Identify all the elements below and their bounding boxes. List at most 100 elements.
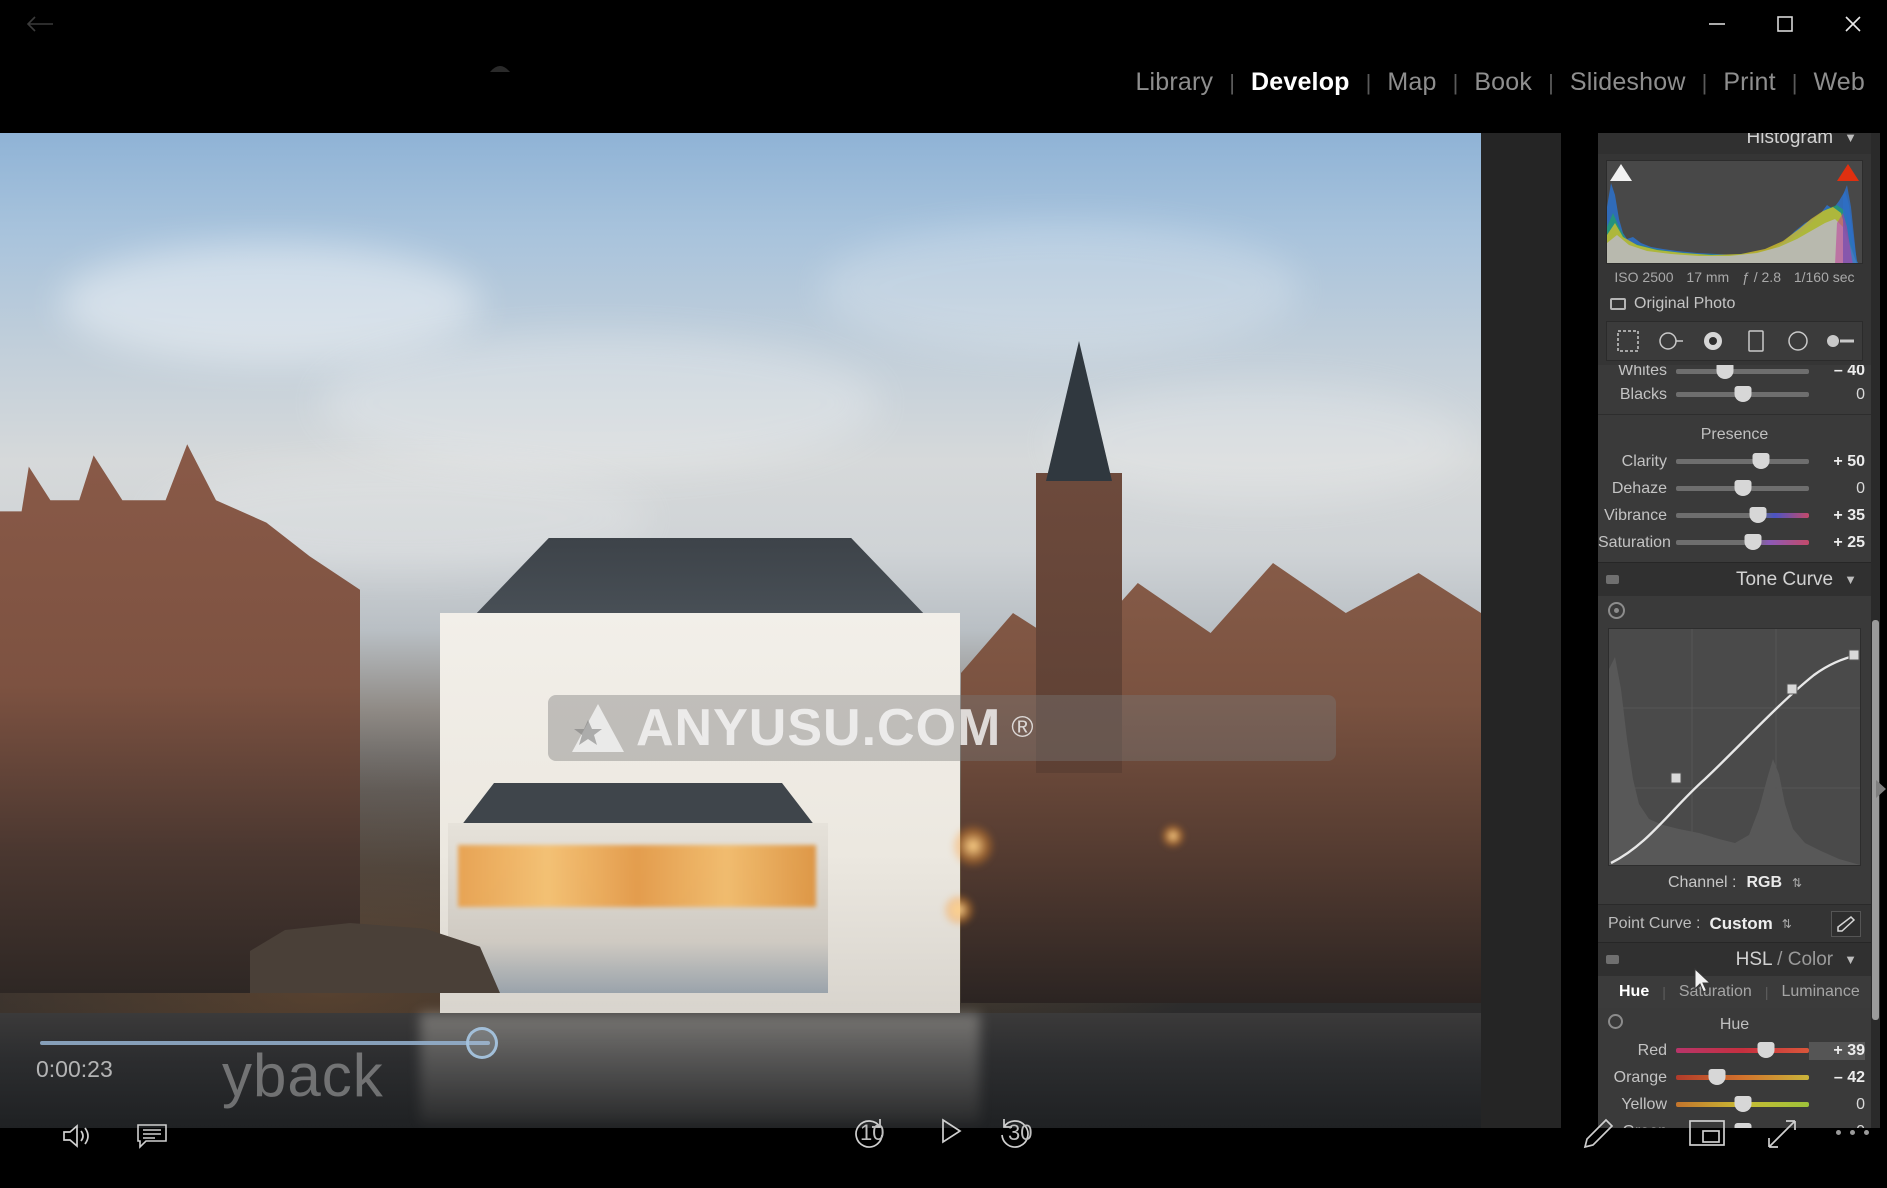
channel-stepper-icon[interactable]: ⇅ — [1792, 876, 1802, 890]
hsl-slider-row-yellow[interactable]: Yellow 0 — [1598, 1091, 1871, 1118]
chevron-down-icon[interactable]: ▼ — [1844, 952, 1857, 967]
exif-iso: ISO 2500 — [1614, 269, 1674, 285]
slider-label-vibrance: Vibrance — [1604, 506, 1667, 524]
more-options-icon[interactable] — [1836, 1130, 1869, 1135]
hsl-color-title: HSL / Color — [1736, 949, 1834, 971]
right-panel-collapse-icon[interactable] — [1874, 778, 1887, 800]
point-curve-stepper-icon[interactable]: ⇅ — [1782, 917, 1792, 931]
mouse-cursor — [1694, 967, 1714, 994]
red-eye-tool-icon[interactable] — [1696, 327, 1730, 355]
hsl-track-yellow[interactable] — [1676, 1096, 1809, 1112]
slider-label-saturation: Saturation — [1598, 533, 1671, 551]
volume-icon[interactable] — [56, 1114, 100, 1158]
slider-label-dehaze: Dehaze — [1611, 479, 1667, 497]
point-curve-value[interactable]: Custom — [1709, 914, 1772, 934]
back-button[interactable] — [14, 4, 66, 44]
module-book[interactable]: Book — [1460, 68, 1546, 97]
presence-section: Presence Clarity + 50 Dehaze 0 Vibrance … — [1598, 414, 1871, 562]
slider-track-blacks[interactable] — [1676, 386, 1809, 402]
develop-right-panel: Histogram ▼ ISO 2500 17 mm ƒ / 2.8 1/160… — [1598, 120, 1876, 1188]
hsl-tab-hue[interactable]: Hue — [1610, 983, 1658, 1001]
hsl-tab-all[interactable]: All — [1880, 983, 1887, 1001]
hsl-track-orange[interactable] — [1676, 1069, 1809, 1085]
slider-row-whites[interactable]: Whites – 40 — [1598, 365, 1871, 381]
hsl-color-panel-header[interactable]: HSL / Color ▼ — [1598, 942, 1871, 976]
video-progress-bar[interactable] — [40, 1041, 490, 1045]
hsl-targeted-adjustment-icon[interactable] — [1608, 1014, 1623, 1029]
slider-track-whites[interactable] — [1676, 365, 1809, 379]
module-print[interactable]: Print — [1709, 68, 1789, 97]
radial-filter-tool-icon[interactable] — [1781, 327, 1815, 355]
hsl-track-red[interactable] — [1676, 1042, 1809, 1058]
chevron-down-icon[interactable]: ▼ — [1844, 572, 1857, 587]
video-progress-handle[interactable] — [466, 1027, 498, 1059]
slider-row-saturation[interactable]: Saturation + 25 — [1598, 529, 1871, 556]
tone-curve-graph[interactable] — [1608, 628, 1861, 866]
slider-value-clarity: + 50 — [1833, 452, 1865, 470]
slider-track-saturation[interactable] — [1676, 534, 1809, 550]
hsl-title-sub: Color — [1787, 948, 1834, 970]
point-curve-pencil-icon[interactable] — [1831, 910, 1861, 937]
slider-value-dehaze: 0 — [1856, 479, 1865, 497]
slider-row-dehaze[interactable]: Dehaze 0 — [1598, 475, 1871, 502]
channel-label: Channel : — [1667, 874, 1737, 891]
slider-label-blacks: Blacks — [1619, 385, 1667, 403]
original-photo-toggle[interactable]: Original Photo — [1610, 295, 1871, 313]
histogram-graph[interactable] — [1606, 160, 1863, 264]
hsl-caption: Hue — [1719, 1016, 1750, 1033]
hsl-slider-row-red[interactable]: Red + 39 — [1598, 1037, 1871, 1064]
slider-row-clarity[interactable]: Clarity + 50 — [1598, 448, 1871, 475]
photo-exif-meta: ISO 2500 17 mm ƒ / 2.8 1/160 sec — [1608, 269, 1861, 285]
picture-in-picture-icon[interactable] — [1684, 1116, 1730, 1150]
maximize-button[interactable] — [1751, 0, 1819, 48]
captions-icon[interactable] — [130, 1114, 174, 1158]
nav-separator: | — [1548, 69, 1554, 95]
hsl-tab-saturation[interactable]: Saturation — [1670, 983, 1761, 1001]
adjustment-brush-tool-icon[interactable] — [1824, 327, 1858, 355]
photo-stage: ANYUSU.COM ® yback — [0, 133, 1481, 1128]
slider-value-saturation: + 25 — [1833, 533, 1865, 551]
module-map[interactable]: Map — [1373, 68, 1450, 97]
watermark-text: ANYUSU.COM — [636, 699, 1002, 757]
spot-removal-tool-icon[interactable] — [1654, 327, 1688, 355]
fullscreen-icon[interactable] — [1760, 1112, 1804, 1156]
close-button[interactable] — [1819, 0, 1887, 48]
bay-window-lights — [458, 845, 816, 907]
channel-row[interactable]: Channel : RGB ⇅ — [1598, 866, 1871, 900]
hsl-slider-row-orange[interactable]: Orange – 42 — [1598, 1064, 1871, 1091]
photo-image — [0, 133, 1481, 1128]
crop-tool-icon[interactable] — [1611, 327, 1645, 355]
slider-row-vibrance[interactable]: Vibrance + 35 — [1598, 502, 1871, 529]
stage-right-gutter — [1481, 133, 1561, 1128]
slider-row-blacks[interactable]: Blacks 0 — [1598, 381, 1871, 408]
watermark-overlay: ANYUSU.COM ® — [548, 695, 1336, 761]
hsl-tab-luminance[interactable]: Luminance — [1772, 983, 1868, 1001]
channel-value[interactable]: RGB — [1746, 874, 1782, 892]
top-panel-toggle-icon[interactable] — [478, 56, 522, 78]
highlight-clipping-indicator-icon[interactable] — [1837, 164, 1859, 181]
play-button[interactable] — [930, 1110, 972, 1152]
shadow-clipping-indicator-icon[interactable] — [1610, 164, 1632, 181]
module-slideshow[interactable]: Slideshow — [1556, 68, 1700, 97]
scrollbar-thumb[interactable] — [1872, 620, 1879, 1020]
hsl-panel-switch[interactable] — [1606, 955, 1619, 964]
slider-track-vibrance[interactable] — [1676, 507, 1809, 523]
photo-ghost-text: yback — [222, 1042, 384, 1109]
right-panel-scrollbar[interactable] — [1871, 120, 1880, 1128]
tone-curve-panel-switch[interactable] — [1606, 575, 1619, 584]
slider-track-clarity[interactable] — [1676, 453, 1809, 469]
module-library[interactable]: Library — [1121, 68, 1227, 97]
annotate-pencil-icon[interactable] — [1576, 1112, 1620, 1156]
tone-curve-svg — [1609, 629, 1860, 865]
graduated-filter-tool-icon[interactable] — [1739, 327, 1773, 355]
tone-curve-panel-header[interactable]: Tone Curve ▼ — [1598, 562, 1871, 596]
slider-track-dehaze[interactable] — [1676, 480, 1809, 496]
window-controls — [1683, 0, 1887, 48]
nav-separator: | — [1365, 69, 1372, 95]
module-develop[interactable]: Develop — [1237, 68, 1364, 97]
targeted-adjustment-tool-icon[interactable] — [1608, 602, 1625, 619]
minimize-button[interactable] — [1683, 0, 1751, 48]
module-web[interactable]: Web — [1799, 68, 1879, 97]
watermark-logo-icon — [570, 702, 626, 754]
nav-separator: | — [1229, 69, 1235, 95]
